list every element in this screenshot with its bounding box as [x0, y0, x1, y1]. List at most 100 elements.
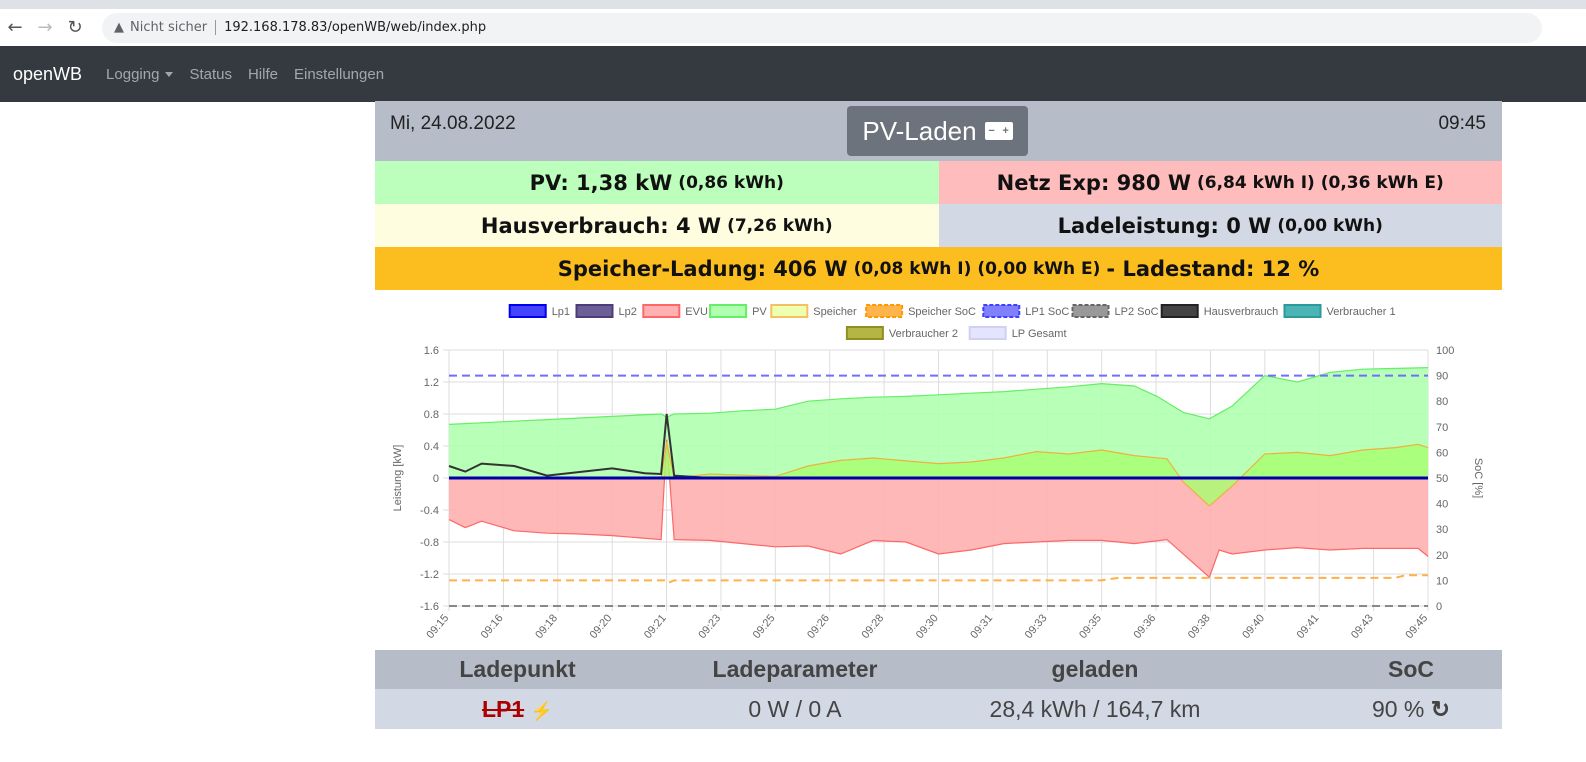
- charge-mode-label: PV-Laden: [862, 115, 977, 146]
- pv-value: PV: 1,38 kW: [529, 170, 673, 195]
- charge-stat: Ladeleistung: 0 W (0,00 kWh): [938, 204, 1502, 247]
- date: Mi, 24.08.2022: [390, 113, 516, 134]
- legend-label: Verbraucher 1: [1327, 306, 1396, 318]
- x-tick-label: 09:43: [1349, 612, 1376, 641]
- back-icon[interactable]: ←: [0, 17, 30, 38]
- y2-axis-label: SoC [%]: [1472, 458, 1484, 498]
- x-tick-label: 09:21: [642, 612, 669, 641]
- soc-value: 90 %: [1371, 695, 1425, 722]
- x-tick-label: 09:26: [805, 612, 832, 641]
- nav-einstellungen[interactable]: Einstellungen: [294, 66, 384, 83]
- legend-label: Verbraucher 2: [889, 328, 958, 340]
- x-tick-label: 09:36: [1131, 612, 1158, 641]
- house-energy: (7,26 kWh): [727, 215, 833, 236]
- y-tick-label: 1.2: [424, 377, 439, 389]
- legend-label: Lp1: [552, 306, 570, 318]
- legend-label: LP Gesamt: [1012, 328, 1067, 340]
- y2-tick-label: 80: [1436, 396, 1448, 408]
- nav-status[interactable]: Status: [189, 66, 232, 83]
- y2-tick-label: 0: [1436, 601, 1442, 613]
- charge-value: Ladeleistung: 0 W: [1057, 213, 1272, 238]
- legend-label: LP1 SoC: [1025, 306, 1069, 318]
- nav-logging-label: Logging: [106, 65, 160, 83]
- legend-swatch: [1160, 304, 1199, 318]
- legend-swatch: [968, 326, 1007, 340]
- nav-hilfe[interactable]: Hilfe: [248, 66, 278, 83]
- house-stat: Hausverbrauch: 4 W (7,26 kWh): [375, 204, 939, 247]
- y2-tick-label: 70: [1436, 422, 1448, 434]
- col-ladepunkt: Ladepunkt: [459, 656, 576, 682]
- x-tick-label: 09:23: [696, 612, 723, 641]
- charge-mode-button[interactable]: PV-Laden − +: [847, 106, 1028, 156]
- legend-label: Hausverbrauch: [1204, 306, 1279, 318]
- y2-tick-label: 10: [1436, 575, 1448, 587]
- browser-address-bar: ← → ↻ ▲ Nicht sicher 192.168.178.83/open…: [0, 9, 1586, 46]
- grid-value: Netz Exp: 980 W: [996, 170, 1191, 195]
- x-tick-label: 09:15: [424, 612, 451, 641]
- legend-label: PV: [752, 306, 767, 318]
- chargepoint-name[interactable]: LP1 ⚡: [375, 696, 660, 723]
- url-text: 192.168.178.83/openWB/web/index.php: [224, 20, 487, 35]
- lp-label: LP1: [482, 695, 525, 722]
- x-tick-label: 09:25: [751, 612, 778, 641]
- grid-stat: Netz Exp: 980 W (6,84 kWh I) (0,36 kWh E): [938, 161, 1502, 204]
- security-label: Nicht sicher: [130, 20, 217, 35]
- y-tick-label: 0.4: [424, 441, 439, 453]
- refresh-icon[interactable]: ↻: [1431, 696, 1450, 722]
- charge-energy: (0,00 kWh): [1277, 215, 1383, 236]
- col-soc: SoC: [1388, 656, 1434, 682]
- pv-stat: PV: 1,38 kW (0,86 kWh): [375, 161, 939, 204]
- storage-soc: - Ladestand: 12 %: [1106, 256, 1320, 281]
- grid-energy: (6,84 kWh I) (0,36 kWh E): [1197, 172, 1444, 193]
- table-header: Ladepunkt Ladeparameter geladen SoC: [375, 650, 1502, 689]
- y2-tick-label: 40: [1436, 499, 1448, 511]
- legend-swatch: [845, 326, 884, 340]
- x-tick-label: 09:20: [588, 612, 615, 641]
- caret-down-icon: [165, 72, 174, 78]
- y-axis-label: Leistung [kW]: [392, 445, 404, 512]
- house-value: Hausverbrauch: 4 W: [480, 213, 722, 238]
- time: 09:45: [1438, 113, 1486, 134]
- y-tick-label: 0: [433, 473, 439, 485]
- y-tick-label: -1.2: [420, 569, 439, 581]
- x-tick-label: 09:41: [1295, 612, 1322, 641]
- legend-label: LP2 SoC: [1115, 306, 1159, 318]
- chart-svg: Lp1 Lp2 EVU PV Speicher Speicher SoC LP1 SoC LP…: [392, 304, 1484, 641]
- forward-icon[interactable]: →: [30, 17, 60, 38]
- x-tick-label: 09:28: [860, 612, 887, 641]
- x-tick-label: 09:45: [1403, 612, 1430, 641]
- legend-label: EVU: [685, 306, 708, 318]
- x-tick-label: 09:31: [968, 612, 995, 641]
- y-tick-label: -0.4: [420, 505, 439, 517]
- legend-swatch: [508, 304, 547, 318]
- reload-icon[interactable]: ↻: [60, 17, 90, 38]
- y2-tick-label: 50: [1436, 473, 1448, 485]
- y-tick-label: 1.6: [424, 345, 439, 357]
- x-tick-label: 09:16: [479, 612, 506, 641]
- legend-swatch: [770, 304, 809, 318]
- storage-stat: Speicher-Ladung: 406 W (0,08 kWh I) (0,00…: [375, 247, 1502, 290]
- pv-energy: (0,86 kWh): [678, 172, 784, 193]
- col-ladeparameter: Ladeparameter: [712, 656, 878, 682]
- y2-tick-label: 30: [1436, 524, 1448, 536]
- x-tick-label: 09:35: [1077, 612, 1104, 641]
- nav-logging[interactable]: Logging: [106, 65, 174, 83]
- legend-label: Lp2: [619, 306, 637, 318]
- legend-swatch: [709, 304, 748, 318]
- x-tick-label: 09:38: [1186, 612, 1213, 641]
- x-tick-label: 09:33: [1023, 612, 1050, 641]
- legend-label: Speicher SoC: [908, 306, 976, 318]
- power-chart: Lp1 Lp2 EVU PV Speicher Speicher SoC LP1 SoC LP…: [375, 290, 1502, 650]
- y-tick-label: 0.8: [424, 409, 439, 421]
- legend-swatch: [575, 304, 614, 318]
- table-row: LP1 ⚡ 0 W / 0 A 28,4 kWh / 164,7 km 90 %…: [375, 689, 1502, 729]
- legend-swatch: [865, 304, 904, 318]
- brand-logo[interactable]: openWB: [13, 64, 82, 85]
- url-field[interactable]: ▲ Nicht sicher 192.168.178.83/openWB/web…: [102, 12, 1542, 43]
- battery-icon: − +: [984, 122, 1013, 140]
- status-header: Mi, 24.08.2022 PV-Laden − + 09:45: [375, 101, 1502, 161]
- col-geladen: geladen: [1051, 656, 1139, 682]
- x-tick-label: 09:40: [1240, 612, 1267, 641]
- x-tick-label: 09:18: [533, 612, 560, 641]
- legend-swatch: [642, 304, 681, 318]
